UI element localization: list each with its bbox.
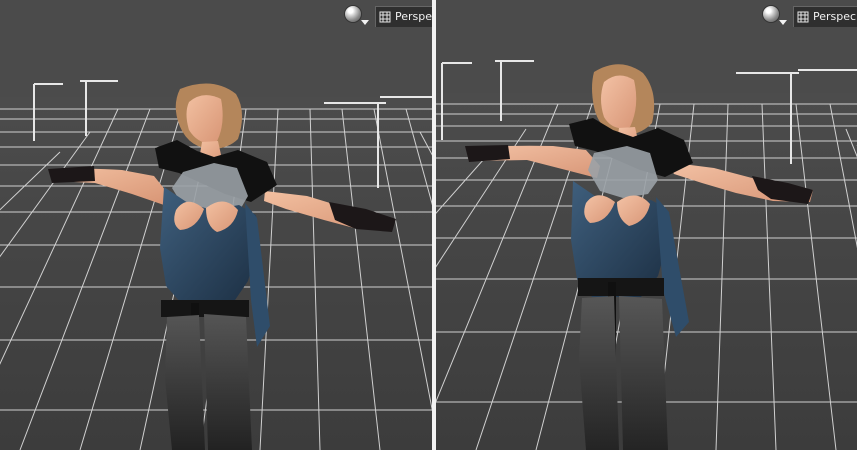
camera-label: Perspec <box>813 9 857 23</box>
sphere-shading-icon <box>763 6 779 22</box>
dual-viewport-app: Perspec <box>0 0 857 450</box>
camera-label: Perspec <box>395 9 432 23</box>
left-scene[interactable] <box>0 0 432 450</box>
sphere-shading-icon <box>345 6 361 22</box>
right-viewport[interactable]: Perspec <box>436 0 857 450</box>
shading-mode-button[interactable] <box>761 5 789 27</box>
left-viewport-toolbar: Perspec <box>343 5 432 27</box>
grid-camera-icon <box>797 11 809 23</box>
chevron-down-icon <box>779 20 787 25</box>
left-viewport[interactable]: Perspec <box>0 0 432 450</box>
camera-select-button[interactable]: Perspec <box>793 5 857 27</box>
grid-camera-icon <box>379 11 391 23</box>
shading-mode-button[interactable] <box>343 5 371 27</box>
right-scene[interactable] <box>436 0 857 450</box>
camera-select-button[interactable]: Perspec <box>375 5 432 27</box>
chevron-down-icon <box>361 20 369 25</box>
right-viewport-toolbar: Perspec <box>761 5 857 27</box>
